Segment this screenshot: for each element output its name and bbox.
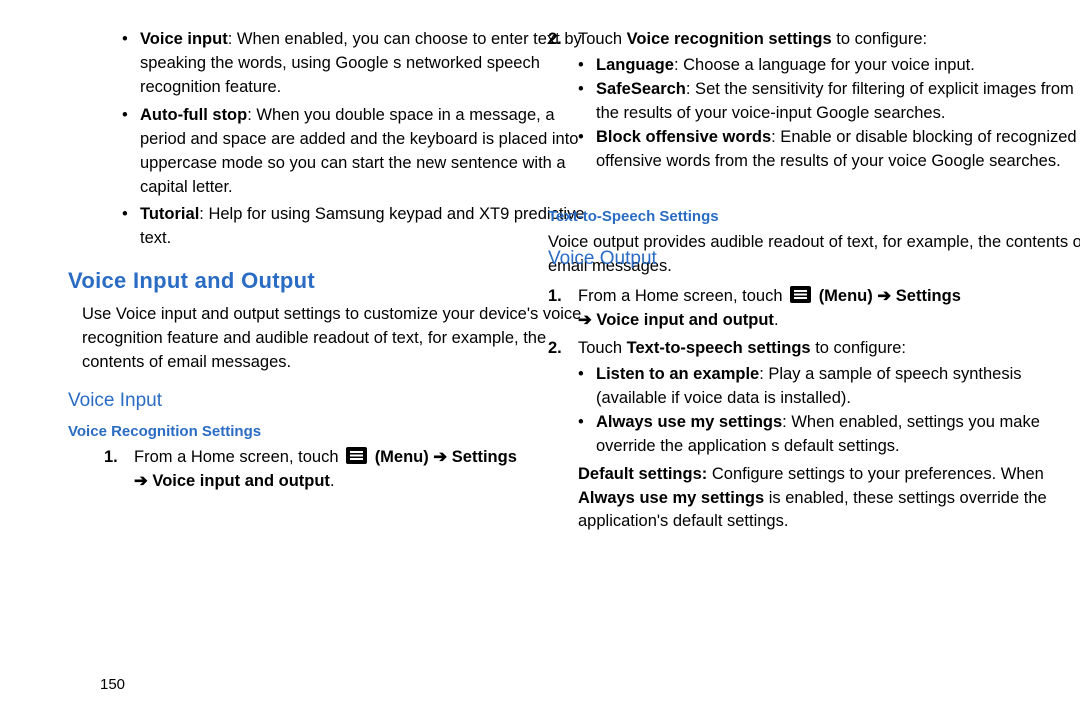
voice-output-heading: Voice Output [548, 245, 657, 273]
left-step-1: 1. From a Home screen, touch (Menu) ➔ Se… [104, 446, 588, 470]
right-tts-step-2: 2. Touch Text-to-speech settings to conf… [548, 337, 1080, 361]
bullet-voice-input: Voice input: When enabled, you can choos… [122, 28, 588, 100]
page-number: 150 [100, 674, 125, 696]
bullet-listen-example: Listen to an example: Play a sample of s… [578, 363, 1080, 411]
right-tts-step-1: 1. From a Home screen, touch (Menu) ➔ Se… [548, 285, 1080, 309]
bullet-block-offensive: Block offensive words: Enable or disable… [578, 126, 1080, 174]
default-settings-para: Default settings: Configure settings to … [548, 463, 1080, 535]
right-step-2: 2. Touch Voice recognition settings to c… [548, 28, 1080, 52]
bullet-tutorial: Tutorial: Help for using Samsung keypad … [122, 203, 588, 251]
left-step-1-cont: ➔ Voice input and output. [104, 470, 588, 494]
menu-icon [790, 286, 811, 303]
vio-intro: Use Voice input and output settings to c… [68, 303, 588, 375]
arrow-icon: ➔ [433, 448, 447, 466]
bullet-always-use-settings: Always use my settings: When enabled, se… [578, 411, 1080, 459]
voice-recognition-settings-heading: Voice Recognition Settings [68, 421, 588, 443]
voice-input-output-heading: Voice Input and Output [68, 265, 588, 297]
bullet-safesearch: SafeSearch: Set the sensitivity for filt… [578, 78, 1080, 126]
left-column: Voice input: When enabled, you can choos… [68, 28, 588, 494]
voice-input-heading: Voice Input [68, 387, 588, 415]
right-tts-step-1-cont: ➔ Voice input and output. [548, 309, 1080, 333]
menu-icon [346, 447, 367, 464]
bullet-auto-full-stop: Auto-full stop: When you double space in… [122, 104, 588, 200]
bullet-language: Language: Choose a language for your voi… [578, 54, 1080, 78]
right-column: 2. Touch Voice recognition settings to c… [548, 28, 1080, 534]
tts-settings-heading: Text-to-Speech Settings [548, 206, 1080, 228]
arrow-icon: ➔ [877, 287, 891, 305]
